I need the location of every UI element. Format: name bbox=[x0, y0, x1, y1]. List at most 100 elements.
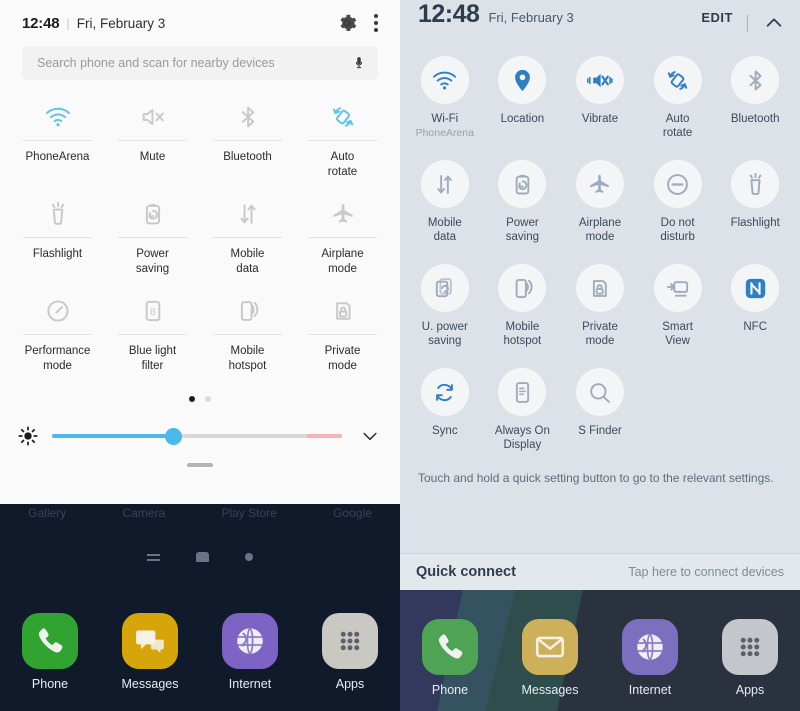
toggle-divider bbox=[213, 237, 282, 238]
right-toggle-airplane-mode[interactable]: Airplane mode bbox=[561, 154, 639, 256]
page-indicator[interactable] bbox=[0, 391, 400, 407]
toggle-divider bbox=[23, 140, 92, 141]
drag-handle[interactable] bbox=[187, 463, 213, 467]
right-toggle-do-not-disturb[interactable]: Do not disturb bbox=[639, 154, 717, 256]
right-toggle-flashlight[interactable]: Flashlight bbox=[716, 154, 794, 256]
quick-connect-bar[interactable]: Quick connect Tap here to connect device… bbox=[400, 553, 800, 590]
right-toggle-wifi[interactable]: Wi-Fi PhoneArena bbox=[406, 50, 484, 152]
left-toggle-mute[interactable]: Mute bbox=[105, 94, 200, 191]
dock-item-internet[interactable]: Internet bbox=[607, 619, 693, 697]
left-toggle-label: Auto rotate bbox=[327, 151, 358, 178]
back-icon[interactable] bbox=[245, 553, 253, 561]
left-toggle-private-mode[interactable]: Private mode bbox=[295, 288, 390, 385]
right-toggle-sync[interactable]: Sync bbox=[406, 362, 484, 464]
right-toggle-label: Location bbox=[500, 113, 545, 125]
left-toggle-airplane-mode[interactable]: Airplane mode bbox=[295, 191, 390, 288]
home-app-label: Play Store bbox=[221, 506, 277, 520]
edit-button[interactable]: EDIT bbox=[701, 10, 733, 25]
right-toggle-mobile-data[interactable]: Mobile data bbox=[406, 154, 484, 256]
power-saving-icon bbox=[139, 191, 167, 237]
dock-item-label: Internet bbox=[628, 683, 672, 697]
bluetooth-icon bbox=[234, 94, 262, 140]
right-toggle-grid: Wi-Fi PhoneArena Location Vibrate Auto rotat… bbox=[400, 46, 800, 464]
right-toggle-label: S Finder bbox=[578, 425, 622, 437]
left-toggle-wifi[interactable]: PhoneArena bbox=[10, 94, 105, 191]
dock-item-apps[interactable]: Apps bbox=[307, 613, 393, 691]
dock-item-internet[interactable]: Internet bbox=[207, 613, 293, 691]
more-options-icon[interactable] bbox=[374, 14, 378, 32]
search-placeholder: Search phone and scan for nearby devices bbox=[37, 56, 275, 70]
left-toggle-label: PhoneArena bbox=[25, 151, 90, 163]
search-input[interactable]: Search phone and scan for nearby devices bbox=[22, 46, 378, 80]
location-pin-icon bbox=[498, 56, 547, 104]
right-dock: Phone Messages Internet Apps bbox=[400, 619, 800, 697]
right-toggle-nfc[interactable]: NFC bbox=[716, 258, 794, 360]
bluetooth-icon bbox=[731, 56, 780, 104]
right-toggle-smart-view[interactable]: Smart View bbox=[639, 258, 717, 360]
recents-icon[interactable] bbox=[147, 553, 160, 561]
vibrate-icon bbox=[575, 56, 624, 104]
brightness-slider-handle[interactable] bbox=[165, 427, 183, 445]
left-toggle-mobile-hotspot[interactable]: Mobile hotspot bbox=[200, 288, 295, 385]
auto-rotate-icon bbox=[653, 56, 702, 104]
right-toggle-private-mode[interactable]: Private mode bbox=[561, 258, 639, 360]
right-toggle-ultra-power-saving[interactable]: U. power saving bbox=[406, 258, 484, 360]
toggle-divider bbox=[118, 140, 187, 141]
left-dock: Phone Messages Internet Apps bbox=[0, 613, 400, 691]
chevron-down-icon[interactable] bbox=[358, 426, 382, 446]
right-date: Fri, February 3 bbox=[488, 10, 574, 25]
left-toggle-label: Airplane mode bbox=[321, 248, 364, 275]
dock-item-phone[interactable]: Phone bbox=[7, 613, 93, 691]
home-app-label: Camera bbox=[122, 506, 166, 520]
left-home-screen: Gallery Camera Play Store Google Phone Messa… bbox=[0, 504, 400, 711]
left-toggle-auto-rotate[interactable]: Auto rotate bbox=[295, 94, 390, 191]
dock-item-label: Phone bbox=[31, 677, 69, 691]
mobile-hotspot-icon bbox=[234, 288, 262, 334]
right-toggle-power-saving[interactable]: Power saving bbox=[484, 154, 562, 256]
mobile-data-icon bbox=[234, 191, 262, 237]
dock-item-label: Messages bbox=[121, 677, 179, 691]
dock-item-messages[interactable]: Messages bbox=[107, 613, 193, 691]
left-toggle-label: Blue light filter bbox=[128, 345, 177, 372]
dock-item-phone[interactable]: Phone bbox=[407, 619, 493, 697]
phone-icon bbox=[22, 613, 78, 669]
right-toggle-label: Wi-Fi bbox=[431, 113, 459, 125]
left-status-separator: | bbox=[66, 15, 70, 31]
right-toggle-always-on-display[interactable]: Always On Display bbox=[484, 362, 562, 464]
chevron-up-icon[interactable] bbox=[762, 12, 786, 34]
toggle-divider bbox=[213, 334, 282, 335]
page-dot-1[interactable] bbox=[189, 396, 195, 402]
toggle-divider bbox=[23, 334, 92, 335]
left-toggle-bluetooth[interactable]: Bluetooth bbox=[200, 94, 295, 191]
home-app-label: Google bbox=[333, 506, 372, 520]
brightness-slider[interactable] bbox=[52, 427, 342, 445]
left-toggle-mobile-data[interactable]: Mobile data bbox=[200, 191, 295, 288]
dock-item-messages[interactable]: Messages bbox=[507, 619, 593, 697]
dock-item-apps[interactable]: Apps bbox=[707, 619, 793, 697]
blue-light-filter-icon: B bbox=[139, 288, 167, 334]
left-toggle-performance-mode[interactable]: Performance mode bbox=[10, 288, 105, 385]
right-toggle-mobile-hotspot[interactable]: Mobile hotspot bbox=[484, 258, 562, 360]
dock-item-label: Internet bbox=[228, 677, 272, 691]
quick-connect-subtitle: Tap here to connect devices bbox=[628, 565, 784, 579]
performance-mode-icon bbox=[44, 288, 72, 334]
right-toggle-vibrate[interactable]: Vibrate bbox=[561, 50, 639, 152]
airplane-mode-icon bbox=[329, 191, 357, 237]
right-toggle-auto-rotate[interactable]: Auto rotate bbox=[639, 50, 717, 152]
left-toggle-flashlight[interactable]: Flashlight bbox=[10, 191, 105, 288]
right-toggle-search[interactable]: S Finder bbox=[561, 362, 639, 464]
home-icon[interactable] bbox=[196, 552, 209, 562]
right-toggle-bluetooth[interactable]: Bluetooth bbox=[716, 50, 794, 152]
left-search-area: Search phone and scan for nearby devices bbox=[0, 46, 400, 80]
page-dot-2[interactable] bbox=[205, 396, 211, 402]
microphone-icon[interactable] bbox=[352, 53, 366, 73]
gear-icon[interactable] bbox=[336, 12, 358, 34]
screenshot-root: 12:48 | Fri, February 3 Search phone and… bbox=[0, 0, 800, 711]
left-quick-settings-panel: 12:48 | Fri, February 3 Search phone and… bbox=[0, 0, 400, 711]
left-toggle-blue-light-filter[interactable]: B Blue light filter bbox=[105, 288, 200, 385]
left-toggle-label: Flashlight bbox=[32, 248, 83, 260]
right-toggle-location-pin[interactable]: Location bbox=[484, 50, 562, 152]
left-toggle-power-saving[interactable]: Power saving bbox=[105, 191, 200, 288]
toggle-divider bbox=[308, 334, 377, 335]
quick-settings-hint: Touch and hold a quick setting button to… bbox=[418, 471, 774, 485]
